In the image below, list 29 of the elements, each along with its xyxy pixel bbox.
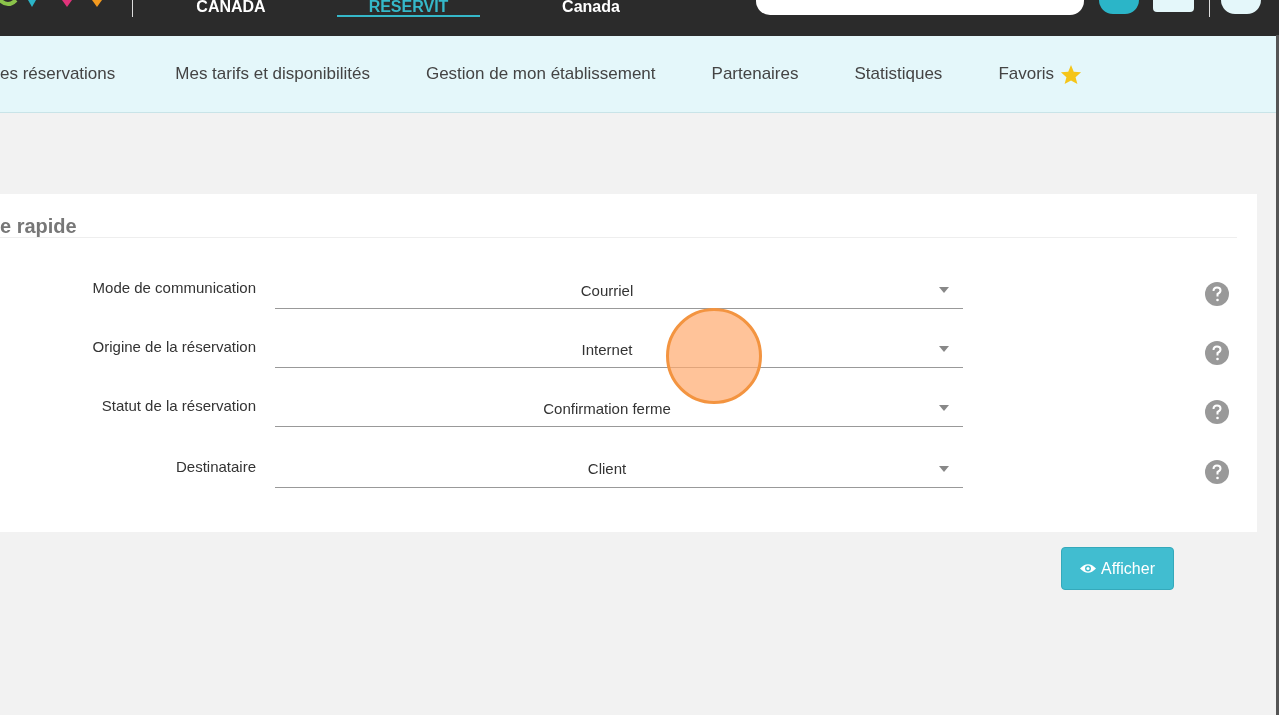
eye-icon xyxy=(1080,563,1096,574)
help-icon[interactable] xyxy=(1205,340,1229,365)
field-label: Destinataire xyxy=(174,457,256,475)
help-icon[interactable] xyxy=(1205,460,1229,484)
select-field[interactable]: Courriel xyxy=(275,272,963,309)
round-button[interactable] xyxy=(1221,0,1261,14)
nav-tab[interactable]: Canada xyxy=(558,0,624,15)
menu-item[interactable]: Gestion de mon établissement xyxy=(425,64,656,84)
menu-item[interactable]: es réservations xyxy=(0,64,116,84)
caret-icon xyxy=(939,287,949,293)
star-icon xyxy=(1060,63,1083,85)
menu-item[interactable]: Favoris xyxy=(998,63,1083,85)
select-field[interactable]: Client xyxy=(275,450,963,488)
field-label: Mode de communication xyxy=(91,279,256,296)
caret-icon xyxy=(939,405,949,411)
menu-item[interactable]: Partenaires xyxy=(711,64,799,84)
caret-icon xyxy=(939,346,949,352)
nav-tab[interactable]: CANADA xyxy=(193,0,269,15)
round-button[interactable] xyxy=(1099,0,1139,14)
search-field[interactable] xyxy=(756,0,1084,15)
nav-tab[interactable]: RESERVIT xyxy=(337,0,480,17)
help-icon[interactable] xyxy=(1205,399,1229,424)
caret-icon xyxy=(939,465,949,472)
field-label: Statut de la réservation xyxy=(100,397,256,414)
menu-item[interactable]: Mes tarifs et disponibilités xyxy=(175,64,370,84)
menu-item[interactable]: Statistiques xyxy=(854,64,943,84)
panel-title: e rapide xyxy=(0,214,78,237)
field-label: Origine de la réservation xyxy=(91,338,256,355)
help-icon[interactable] xyxy=(1205,281,1229,306)
